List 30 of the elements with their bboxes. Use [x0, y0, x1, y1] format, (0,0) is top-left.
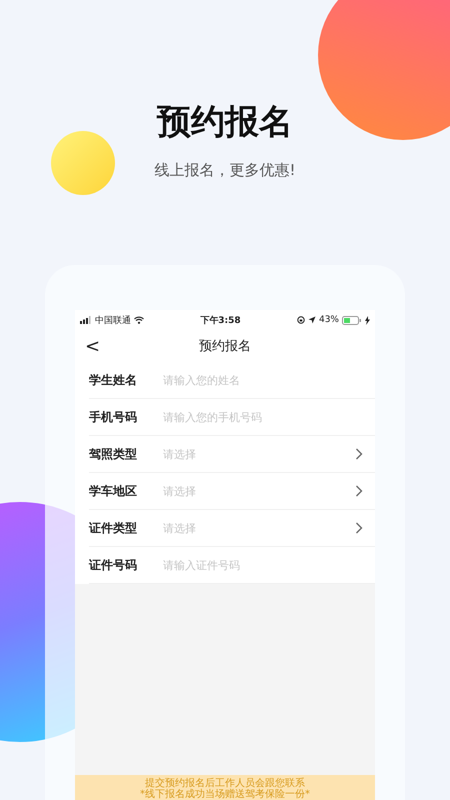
- charging-bolt-icon: [365, 316, 370, 324]
- chevron-right-icon: [355, 485, 363, 497]
- input-field[interactable]: 请输入您的姓名: [163, 370, 363, 390]
- chevron-right-icon: [355, 522, 363, 534]
- screen-title: 预约报名: [198, 338, 252, 355]
- battery-icon: [342, 316, 362, 324]
- field-label: 学车地区: [89, 482, 138, 500]
- battery-percent: 43%: [318, 315, 339, 325]
- status-time: 下午3:58: [200, 316, 241, 326]
- promo-subtitle: 线上报名，更多优惠!: [153, 160, 296, 180]
- input-field[interactable]: 请输入证件号码: [163, 555, 363, 575]
- back-button[interactable]: <: [85, 336, 115, 356]
- wifi-icon: [134, 316, 144, 324]
- field-label: 手机号码: [89, 408, 138, 426]
- carrier-name: 中国联通: [95, 314, 131, 326]
- select-field[interactable]: 请选择: [163, 481, 363, 501]
- signal-icon: [80, 316, 92, 324]
- chevron-right-icon: [355, 448, 363, 460]
- location-arrow-icon: [308, 316, 316, 324]
- field-label: 学生姓名: [89, 372, 138, 388]
- select-field[interactable]: 请选择: [163, 518, 363, 538]
- field-label: 证件类型: [89, 520, 138, 536]
- notice-text: 提交预约报名后工作人员会跟您联系: [145, 778, 306, 789]
- select-field[interactable]: 请选择: [163, 444, 363, 464]
- promo-title: 预约报名: [156, 101, 294, 144]
- notice-text: *线下报名成功当场赠送驾考保险一份*: [139, 789, 311, 800]
- input-field[interactable]: 请输入您的手机号码: [163, 407, 363, 427]
- field-label: 证件号码: [89, 556, 138, 574]
- rotation-lock-icon: [296, 316, 305, 324]
- field-label: 驾照类型: [89, 446, 138, 462]
